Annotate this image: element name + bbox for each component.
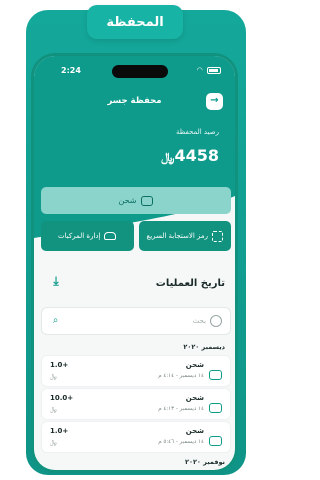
phone-screen: 2:24 ◠ محفظة جسر → رصيد المحفظة 4458﷼ شح…: [34, 56, 235, 470]
wallet-icon: [141, 195, 154, 206]
currency-icon: ﷼: [50, 439, 57, 446]
battery-icon: [207, 66, 221, 74]
transaction-date: ١٤ ديسمبر - ٤:١٣ م: [158, 406, 204, 412]
transaction-row[interactable]: شحن ١٤ ديسمبر - ٤:١٤ م 1.0+ ﷼: [41, 355, 231, 387]
download-icon: ⤓: [53, 274, 59, 288]
action-row: إدارة المركبات رمز الاستجابة السريع: [41, 221, 231, 251]
transaction-row[interactable]: شحن ١٤ ديسمبر - ٥:٤٦ م 1.0+ ﷼: [41, 421, 231, 453]
currency-icon: ﷼: [161, 150, 175, 164]
balance-label: رصيد المحفظة: [175, 128, 219, 136]
wallet-icon: [209, 398, 223, 413]
qr-icon: [212, 230, 224, 242]
balance-amount: 4458: [174, 146, 219, 165]
transaction-date: ١٤ ديسمبر - ٤:١٤ م: [158, 373, 204, 379]
balance-value: 4458﷼: [157, 146, 219, 165]
transaction-title: شحن: [185, 361, 204, 369]
transaction-date: ١٤ ديسمبر - ٥:٤٦ م: [158, 439, 204, 445]
topup-button[interactable]: شحن: [41, 187, 231, 214]
download-button[interactable]: ⤓: [49, 275, 63, 289]
topup-label: شحن: [118, 196, 137, 205]
arrow-right-icon: →: [210, 95, 219, 106]
currency-icon: ﷼: [50, 406, 57, 413]
phone-frame: 2:24 ◠ محفظة جسر → رصيد المحفظة 4458﷼ شح…: [31, 53, 238, 473]
history-title: تاريخ العمليات: [155, 278, 225, 289]
back-button[interactable]: →: [206, 93, 223, 110]
wallet-icon: [209, 431, 223, 446]
status-icons: ◠: [197, 66, 221, 74]
app-showcase: المحفظة 2:24 ◠ محفظة جسر → رصيد المحفظة: [0, 0, 270, 480]
transaction-amount: 10.0+: [50, 394, 74, 402]
vehicles-label: إدارة المركبات: [58, 232, 101, 240]
filter-button[interactable]: ⌕: [49, 315, 62, 328]
transaction-amount: 1.0+: [50, 427, 69, 435]
vehicles-button[interactable]: إدارة المركبات: [41, 221, 134, 251]
status-bar: 2:24 ◠: [34, 65, 235, 79]
filter-icon: ⌕: [52, 315, 59, 326]
wallet-banner: المحفظة: [87, 5, 183, 39]
transaction-row[interactable]: شحن ١٤ ديسمبر - ٤:١٣ م 10.0+ ﷼: [41, 388, 231, 420]
qr-button[interactable]: رمز الاستجابة السريع: [138, 221, 231, 251]
dynamic-island: [112, 65, 168, 78]
transaction-title: شحن: [185, 427, 204, 435]
wallet-icon: [209, 365, 223, 380]
search-field[interactable]: بحث ⌕: [41, 307, 231, 335]
car-icon: [104, 232, 117, 240]
transaction-title: شحن: [185, 394, 204, 402]
currency-icon: ﷼: [50, 373, 57, 380]
wallet-banner-title: المحفظة: [106, 14, 164, 30]
search-placeholder: بحث: [192, 317, 206, 325]
status-time: 2:24: [61, 66, 81, 75]
month-header: نوفمبر ٢٠٢٠: [185, 458, 225, 466]
page-title: محفظة جسر: [107, 96, 162, 106]
month-header: ديسمبر ٢٠٢٠: [183, 343, 225, 351]
qr-label: رمز الاستجابة السريع: [146, 232, 209, 240]
transaction-amount: 1.0+: [50, 361, 69, 369]
wifi-icon: ◠: [196, 66, 204, 74]
nav-bar: محفظة جسر →: [34, 92, 235, 112]
search-icon: [210, 315, 222, 327]
